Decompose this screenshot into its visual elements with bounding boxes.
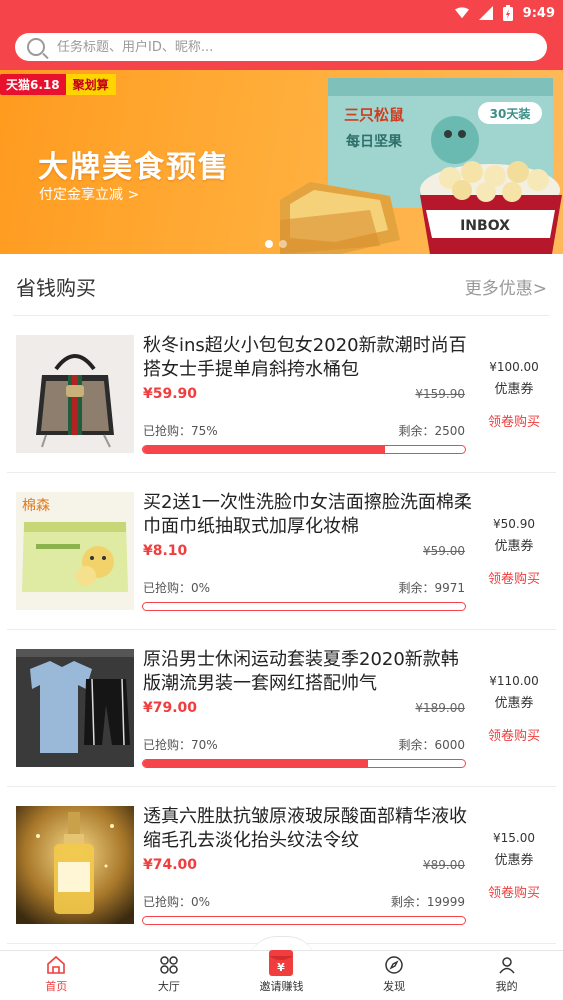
product-card[interactable]: 秋冬ins超火小包包女2020新款潮时尚百搭女士手提单肩斜挎水桶包 ¥59.90… <box>7 316 556 473</box>
more-deals-link[interactable]: 更多优惠> <box>465 274 547 299</box>
remaining-stock: 剩余：6000 <box>398 738 465 752</box>
search-icon <box>27 38 45 56</box>
claim-coupon-buy-button[interactable]: 领卷购买 <box>480 725 548 744</box>
product-card[interactable]: 棉森 买2送1一次性洗脸巾女洁面擦脸洗面棉柔巾面巾纸抽取式加厚化妆棉 ¥8.10… <box>7 473 556 630</box>
banner-subline[interactable]: 付定金享立减 > <box>39 184 139 204</box>
red-envelope-icon[interactable]: ¥ <box>269 950 293 976</box>
wifi-icon <box>454 7 469 19</box>
coupon-value: ¥50.90 <box>493 517 535 531</box>
coupon-value: ¥100.00 <box>489 360 539 374</box>
product-card[interactable]: 透真六胜肽抗皱原液玻尿酸面部精华液收缩毛孔去淡化抬头纹法令纹 ¥74.00 ¥8… <box>7 787 556 944</box>
progress-fill <box>143 760 369 767</box>
tab-invite-label: 邀请赚钱 <box>259 980 304 993</box>
claim-coupon-buy-button[interactable]: 领卷购买 <box>480 411 548 430</box>
coupon-value: ¥110.00 <box>489 674 539 688</box>
app-root: 9:49 天猫6.18 聚划算 大牌美食预售 付定金享立减 > 30天装 三只松… <box>0 0 563 1000</box>
food-products-illustration: 30天装 三只松鼠 每日坚果 INBOX <box>280 78 562 254</box>
top-header: 9:49 <box>0 0 563 74</box>
banner-dot-active[interactable] <box>265 240 273 248</box>
sold-percentage: 已抢购：70% <box>143 738 218 752</box>
product-title[interactable]: 透真六胜肽抗皱原液玻尿酸面部精华液收缩毛孔去淡化抬头纹法令纹 <box>143 805 473 853</box>
product-price: ¥8.10 <box>143 543 188 559</box>
remaining-stock: 剩余：2500 <box>398 424 465 438</box>
product-original-price: ¥189.00 <box>415 701 465 715</box>
section-title: 省钱购买 <box>16 276 96 300</box>
remaining-stock: 剩余：9971 <box>398 581 465 595</box>
coupon-value: ¥15.00 <box>493 831 535 845</box>
svg-text:每日坚果: 每日坚果 <box>346 133 403 150</box>
product-list: 秋冬ins超火小包包女2020新款潮时尚百搭女士手提单肩斜挎水桶包 ¥59.90… <box>0 316 563 944</box>
sold-percentage: 已抢购：75% <box>143 424 218 438</box>
banner-headline: 大牌美食预售 <box>38 150 230 185</box>
coupon-label: 优惠券 <box>494 382 534 397</box>
signal-icon <box>478 6 493 20</box>
progress-bar <box>142 916 466 925</box>
product-title[interactable]: 买2送1一次性洗脸巾女洁面擦脸洗面棉柔巾面巾纸抽取式加厚化妆棉 <box>143 491 473 539</box>
coupon-label: 优惠券 <box>494 696 534 711</box>
promo-banner[interactable]: 天猫6.18 聚划算 大牌美食预售 付定金享立减 > 30天装 三只松鼠 每日坚… <box>0 70 563 254</box>
tab-mine-label: 我的 <box>495 980 518 993</box>
tab-mine[interactable]: 我的 <box>450 951 563 1000</box>
product-original-price: ¥59.00 <box>423 544 465 558</box>
product-title[interactable]: 秋冬ins超火小包包女2020新款潮时尚百搭女士手提单肩斜挎水桶包 <box>143 334 473 382</box>
svg-text:30天装: 30天装 <box>490 106 531 121</box>
user-icon <box>499 957 515 974</box>
search-bar[interactable] <box>15 33 547 61</box>
coupon-label: 优惠券 <box>494 539 534 554</box>
grid-icon <box>160 956 178 974</box>
product-card[interactable]: 原沿男士休闲运动套装夏季2020新款韩版潮流男装一套网红搭配帅气 ¥79.00 … <box>7 630 556 787</box>
remaining-stock: 剩余：19999 <box>390 895 465 909</box>
juhuasuan-tag: 聚划算 <box>65 74 116 95</box>
section-header: 省钱购买 更多优惠> <box>0 254 563 316</box>
tmall-618-tag: 天猫6.18 <box>0 74 66 95</box>
svg-text:三只松鼠: 三只松鼠 <box>344 106 404 124</box>
status-bar: 9:49 <box>454 3 555 23</box>
banner-dot[interactable] <box>279 240 287 248</box>
banner-tags: 天猫6.18 聚划算 <box>0 74 116 95</box>
progress-bar <box>142 445 466 454</box>
compass-icon <box>385 956 403 974</box>
claim-coupon-buy-button[interactable]: 领卷购买 <box>480 882 548 901</box>
tab-home[interactable]: 首页 <box>0 951 113 1000</box>
sold-percentage: 已抢购：0% <box>143 581 211 595</box>
serum-bottle-image <box>16 806 134 924</box>
tab-discover-label: 发现 <box>383 980 406 993</box>
tab-discover[interactable]: 发现 <box>338 951 451 1000</box>
tab-hall-label: 大厅 <box>157 980 180 993</box>
product-price: ¥79.00 <box>143 700 198 716</box>
progress-bar <box>142 759 466 768</box>
claim-coupon-buy-button[interactable]: 领卷购买 <box>480 568 548 587</box>
search-input[interactable] <box>57 39 497 55</box>
battery-charging-icon <box>502 5 513 21</box>
svg-text:¥: ¥ <box>277 961 285 974</box>
home-icon <box>47 955 66 974</box>
product-price: ¥74.00 <box>143 857 198 873</box>
tab-hall[interactable]: 大厅 <box>113 951 226 1000</box>
tab-home-label: 首页 <box>45 980 68 993</box>
progress-bar <box>142 602 466 611</box>
face-towel-image: 棉森 <box>16 492 134 610</box>
product-title[interactable]: 原沿男士休闲运动套装夏季2020新款韩版潮流男装一套网红搭配帅气 <box>143 648 473 696</box>
svg-text:棉森: 棉森 <box>22 497 50 514</box>
product-price: ¥59.90 <box>143 386 198 402</box>
sold-percentage: 已抢购：0% <box>143 895 211 909</box>
coupon-label: 优惠券 <box>494 853 534 868</box>
product-original-price: ¥89.00 <box>423 858 465 872</box>
product-original-price: ¥159.90 <box>415 387 465 401</box>
clock-time: 9:49 <box>522 5 555 21</box>
progress-fill <box>143 446 385 453</box>
banner-pagination[interactable] <box>265 240 287 248</box>
svg-text:INBOX: INBOX <box>460 218 510 234</box>
sportswear-image <box>16 649 134 767</box>
handbag-image <box>16 335 134 453</box>
